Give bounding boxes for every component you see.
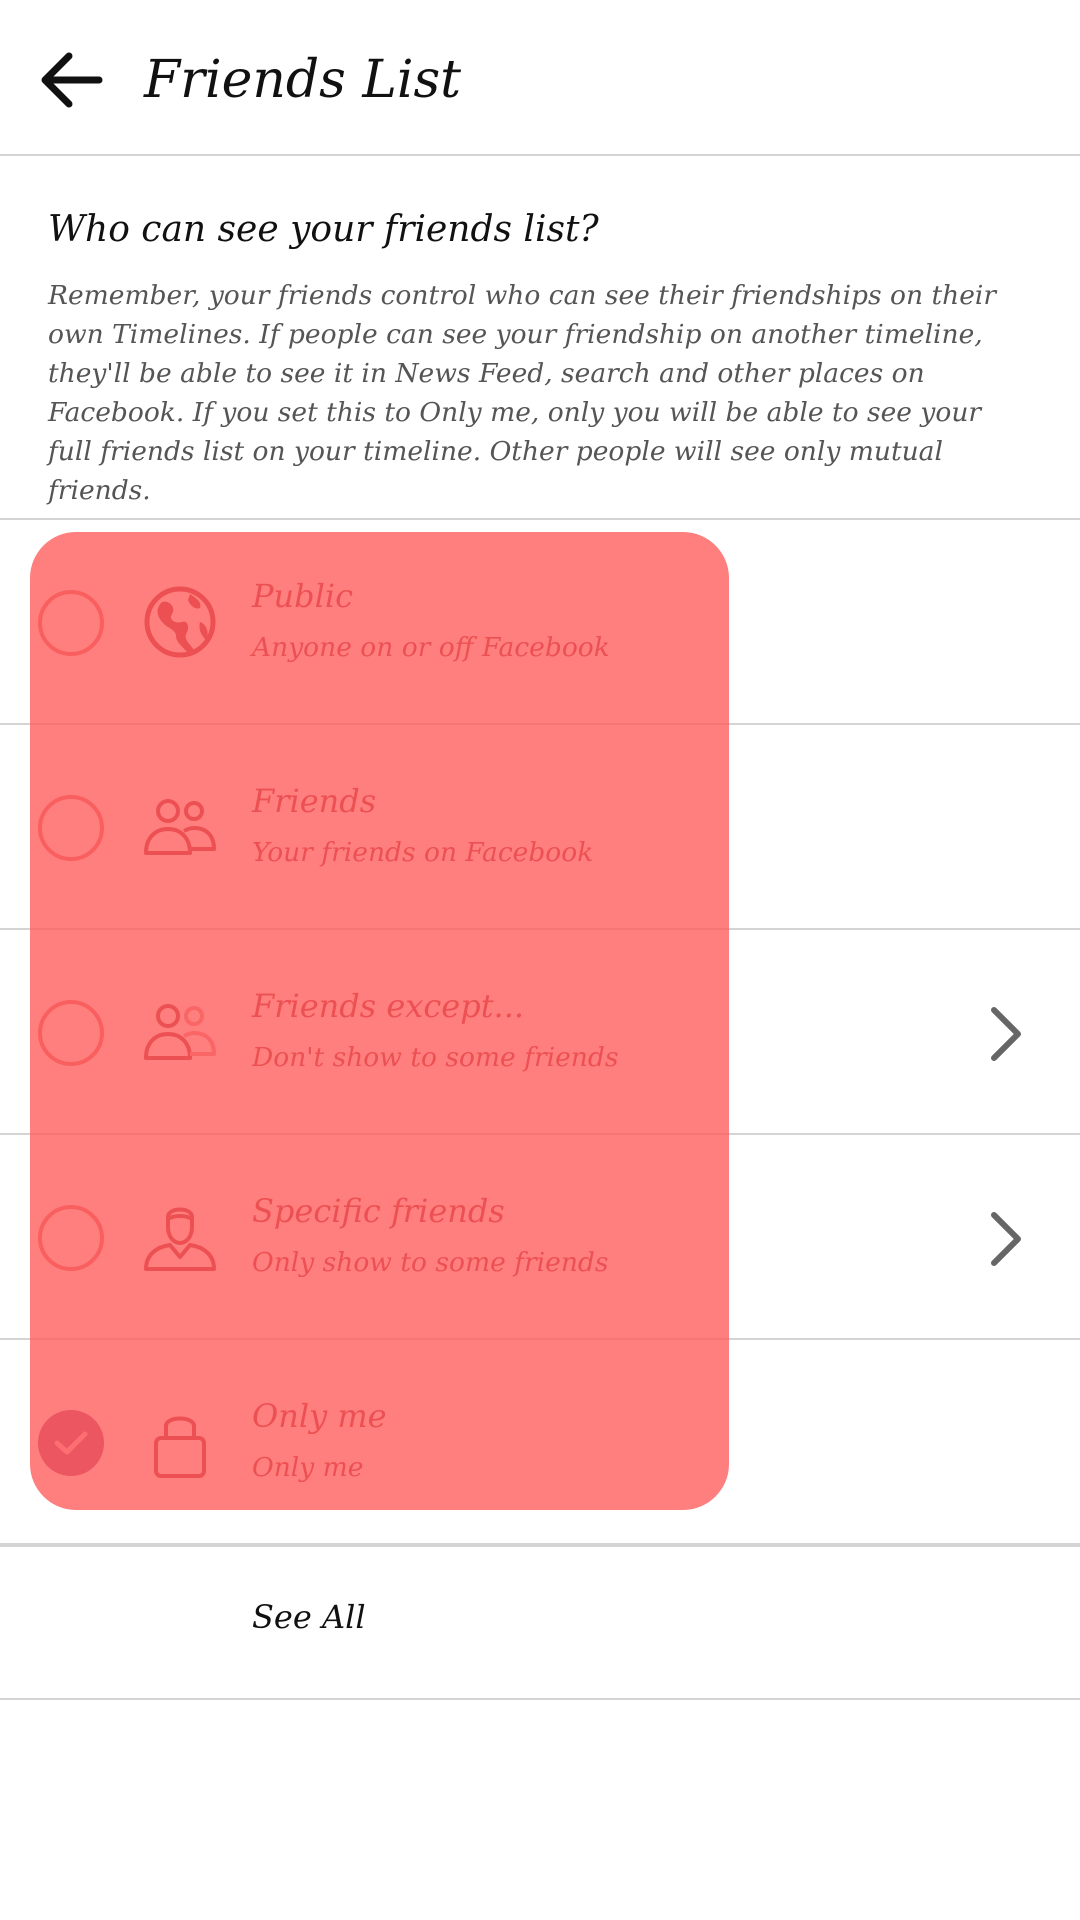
option-label: Friends except...: [252, 987, 525, 1025]
option-specific-friends[interactable]: Specific friends Only show to some frien…: [0, 1135, 1080, 1340]
option-public[interactable]: Public Anyone on or off Facebook: [0, 520, 1080, 725]
option-only-me[interactable]: Only me Only me: [0, 1340, 1080, 1545]
intro-title: Who can see your friends list?: [48, 209, 599, 250]
globe-icon: [144, 586, 216, 658]
option-sublabel: Only show to some friends: [252, 1247, 609, 1278]
check-icon: [54, 1431, 88, 1455]
page-title: Friends List: [144, 50, 462, 110]
lock-icon: [154, 1416, 206, 1478]
see-all-button[interactable]: See All: [252, 1595, 366, 1639]
intro-section: Who can see your friends list? Remember,…: [0, 156, 1080, 520]
friends-icon: [144, 799, 216, 855]
option-label: Friends: [252, 782, 377, 820]
chevron-right-icon: [991, 1007, 1021, 1061]
see-all-row[interactable]: See All: [0, 1545, 1080, 1700]
chevron-right-icon: [991, 1212, 1021, 1266]
option-label: Specific friends: [252, 1192, 505, 1230]
radio-public[interactable]: [38, 590, 104, 656]
radio-specific-friends[interactable]: [38, 1205, 104, 1271]
option-sublabel: Your friends on Facebook: [252, 837, 594, 868]
intro-description: Remember, your friends control who can s…: [48, 280, 997, 506]
person-icon: [144, 1207, 216, 1271]
radio-only-me[interactable]: [38, 1410, 104, 1476]
option-friends-except[interactable]: Friends except... Don't show to some fri…: [0, 930, 1080, 1135]
option-sublabel: Anyone on or off Facebook: [252, 632, 610, 663]
option-sublabel: Don't show to some friends: [252, 1042, 619, 1073]
arrow-left-icon: [41, 52, 103, 108]
option-label: Public: [252, 577, 354, 615]
radio-friends[interactable]: [38, 795, 104, 861]
friends-except-icon: [144, 1004, 216, 1060]
back-button[interactable]: [30, 40, 110, 120]
option-sublabel: Only me: [252, 1452, 364, 1483]
radio-friends-except[interactable]: [38, 1000, 104, 1066]
option-friends[interactable]: Friends Your friends on Facebook: [0, 725, 1080, 930]
app-header: Friends List: [0, 0, 1080, 156]
option-label: Only me: [252, 1397, 387, 1435]
